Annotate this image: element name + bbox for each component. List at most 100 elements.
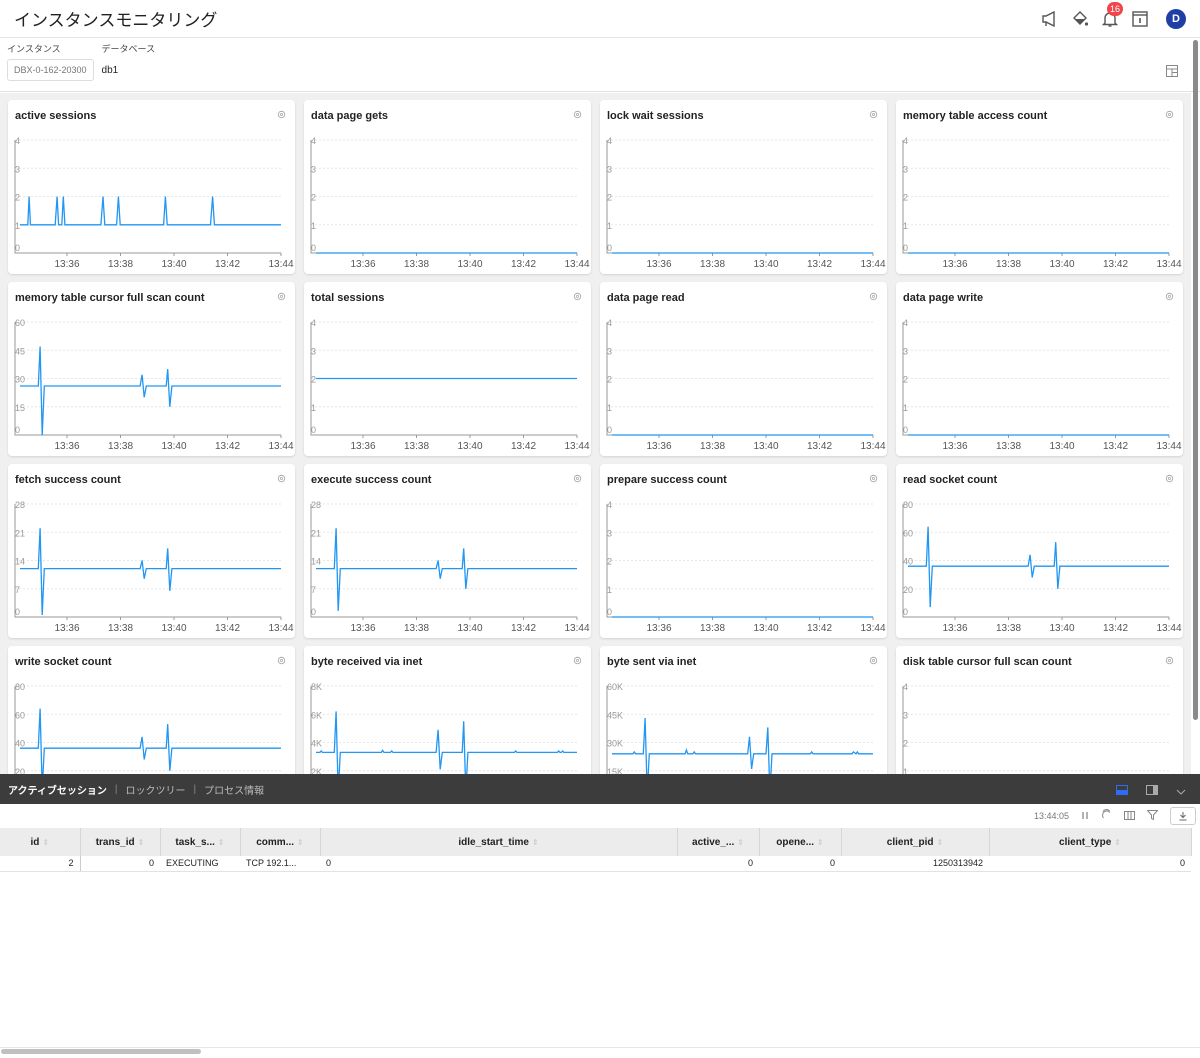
x-tick-label: 13:44 (860, 441, 885, 452)
x-tick-label: 13:38 (996, 259, 1021, 270)
y-tick-label: 0 (15, 425, 20, 435)
line-chart: 0 1 2 3 4 13:36 13:38 13:40 13:42 13:44 (902, 318, 1182, 452)
y-tick-label: 7 (311, 585, 316, 595)
instance-select[interactable]: DBX-0-162-20300 (7, 59, 94, 81)
x-tick-label: 13:44 (860, 623, 885, 634)
sort-icon[interactable]: ⇕ (297, 838, 304, 847)
horizontal-scrollbar[interactable] (1, 1049, 201, 1054)
y-tick-label: 80 (903, 500, 913, 510)
column-header[interactable]: trans_id ⇕ (80, 828, 161, 856)
y-tick-label: 2 (903, 375, 908, 385)
filter-icon[interactable] (1146, 807, 1159, 825)
x-tick-label: 13:36 (646, 259, 671, 270)
chart-card: write socket count02040608013:3613:3813:… (8, 646, 295, 774)
app-header: インスタンスモニタリング 16 D (0, 0, 1200, 38)
dock-bottom-icon[interactable] (1116, 782, 1128, 800)
column-header[interactable]: client_type ⇕ (989, 828, 1192, 856)
tab-separator: | (193, 783, 197, 795)
axis-line (902, 686, 904, 774)
y-tick-label: 4 (15, 136, 20, 146)
column-header[interactable]: task_s... ⇕ (160, 828, 241, 856)
sort-icon[interactable]: ⇕ (42, 838, 49, 847)
table-cell: 1250313942 (841, 856, 989, 872)
x-tick-label: 13:42 (1103, 259, 1128, 270)
y-tick-label: 4 (607, 136, 612, 146)
y-tick-label: 60 (15, 318, 25, 328)
column-header[interactable]: comm... ⇕ (240, 828, 321, 856)
paint-bucket-icon[interactable] (1070, 9, 1090, 29)
chart-card: byte received via inet02K4K6K8K13:3613:3… (304, 646, 591, 774)
sort-icon[interactable]: ⇕ (1114, 838, 1121, 847)
dock-right-icon[interactable] (1146, 782, 1158, 800)
series-line (316, 528, 577, 611)
series-line (20, 346, 281, 436)
info-panel-icon[interactable] (1130, 9, 1150, 29)
column-header[interactable]: opene... ⇕ (759, 828, 842, 856)
tab-lock-tree[interactable]: ロックツリー (126, 782, 186, 797)
line-chart: 0 20 40 60 80 13:36 13:38 13:40 13:42 13:44 (902, 500, 1182, 634)
chart-card: prepare success count 0 1 2 3 4 13:36 13:38 13:4… (600, 464, 887, 638)
y-tick-label: 45K (607, 710, 623, 720)
x-tick-label: 13:36 (942, 623, 967, 634)
y-tick-label: 20 (903, 585, 913, 595)
x-tick-label: 13:38 (108, 623, 133, 634)
user-avatar[interactable]: D (1166, 8, 1186, 29)
sort-icon[interactable]: ⇕ (936, 838, 943, 847)
x-tick-label: 13:38 (108, 441, 133, 452)
table-row[interactable]: 2 0 EXECUTING TCP 192.1... 0 0 0 1250313942 0 (0, 856, 1191, 872)
columns-icon[interactable] (1124, 807, 1135, 825)
y-tick-label: 1 (903, 767, 908, 774)
x-tick-label: 13:36 (350, 441, 375, 452)
x-tick-label: 13:42 (1103, 623, 1128, 634)
database-label: データベース (101, 45, 156, 55)
pause-icon[interactable] (1081, 807, 1089, 825)
sort-icon[interactable]: ⇕ (138, 838, 145, 847)
y-tick-label: 7 (15, 585, 20, 595)
sort-icon[interactable]: ⇕ (532, 838, 539, 847)
series-line (908, 526, 1169, 608)
bell-icon[interactable]: 16 (1100, 1, 1124, 29)
column-header[interactable]: id ⇕ (0, 828, 81, 856)
y-tick-label: 0 (903, 425, 908, 435)
x-tick-label: 13:40 (161, 259, 186, 270)
sort-icon[interactable]: ⇕ (737, 838, 744, 847)
column-header[interactable]: idle_start_time ⇕ (320, 828, 678, 856)
y-tick-label: 2 (607, 193, 612, 203)
sort-icon[interactable]: ⇕ (218, 838, 225, 847)
y-tick-label: 0 (903, 607, 908, 617)
y-tick-label: 0 (311, 607, 316, 617)
chart-card: total sessions 0 1 2 3 4 13:36 13:38 13:40 13:42 1… (304, 282, 591, 456)
y-tick-label: 2 (607, 375, 612, 385)
column-header[interactable]: active_... ⇕ (677, 828, 760, 856)
x-tick-label: 13:40 (161, 623, 186, 634)
download-button[interactable] (1170, 807, 1196, 825)
table-cell: 2 (0, 856, 81, 872)
column-header[interactable]: client_pid ⇕ (841, 828, 990, 856)
megaphone-icon[interactable] (1040, 9, 1060, 29)
notification-badge: 16 (1107, 1, 1124, 16)
table-cell: 0 (80, 856, 160, 872)
layout-toggle-icon[interactable] (1166, 64, 1178, 82)
sort-icon[interactable]: ⇕ (817, 838, 824, 847)
tab-process-info[interactable]: プロセス情報 (204, 782, 264, 797)
column-header-label: comm... (256, 836, 295, 848)
tab-active-sessions[interactable]: アクティブセッション (8, 782, 107, 797)
refresh-icon[interactable] (1101, 807, 1112, 825)
x-tick-label: 13:44 (860, 259, 885, 270)
page-title: インスタンスモニタリング (14, 11, 218, 31)
y-tick-label: 0 (607, 607, 612, 617)
y-tick-label: 4 (607, 500, 612, 510)
instance-filter: インスタンス DBX-0-162-20300 (7, 42, 94, 81)
x-tick-label: 13:42 (215, 441, 240, 452)
database-value[interactable]: db1 (102, 59, 156, 76)
series-line (612, 717, 873, 774)
y-tick-label: 1 (15, 221, 20, 231)
vertical-scrollbar[interactable] (1193, 40, 1198, 720)
y-tick-label: 15 (15, 403, 25, 413)
axis-line (14, 686, 16, 774)
x-tick-label: 13:36 (942, 259, 967, 270)
line-chart: 0 1 2 3 4 13:36 13:38 13:40 13:42 13:44 (14, 136, 294, 270)
y-tick-label: 3 (903, 164, 908, 174)
collapse-chevron-icon[interactable] (1176, 782, 1186, 800)
line-chart: 0 7 14 21 28 13:36 13:38 13:40 13:42 13:44 (14, 500, 294, 634)
